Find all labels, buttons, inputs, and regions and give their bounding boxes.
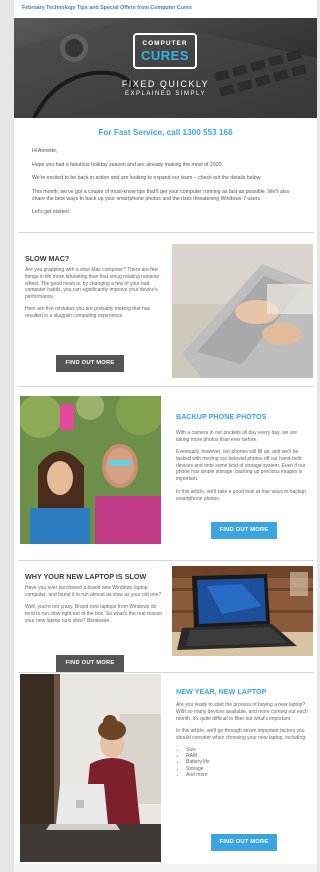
intro-paragraph: We're excited to be back in action and a… (32, 175, 262, 181)
intro-paragraph: This month, we've got a couple of must-k… (32, 188, 290, 202)
logo-top-text: COMPUTER (142, 40, 188, 47)
laptop-on-desk-image (172, 566, 313, 656)
article-paragraph: Well, you're not crazy. Brand new laptop… (25, 604, 163, 624)
article-paragraph: In this article, we'll go through seven … (176, 727, 307, 741)
phone-call-link[interactable]: For Fast Service, call 1300 553 166 (14, 128, 317, 137)
article-paragraph: Are you grappling with a slow Mac comput… (25, 267, 159, 301)
intro-section: Hi Annette, Hope you had a fabulous holi… (32, 148, 302, 223)
article-paragraph: Here are five mistakes you are probably … (25, 306, 151, 320)
article-new-laptop-slow: WHY YOUR NEW LAPTOP IS SLOW Have you eve… (14, 562, 317, 672)
find-out-more-button[interactable]: FIND OUT MORE (56, 655, 124, 672)
article-title: BACKUP PHONE PHOTOS (176, 412, 267, 421)
hero-tagline-2: EXPLAINED SIMPLY (125, 91, 206, 97)
article-body: Are you ready to start the process of bu… (176, 702, 311, 778)
section-divider (18, 232, 314, 233)
article-title: SLOW MAC? (25, 254, 70, 263)
article-paragraph: With a camera in our pockets all day eve… (176, 430, 298, 443)
intro-paragraph: Let's get started. (32, 209, 71, 215)
woman-with-laptop-image (20, 674, 161, 862)
section-divider (18, 386, 314, 387)
intro-paragraph: Hope you had a fabulous holiday season a… (32, 161, 223, 168)
hero-banner: COMPUTER CURES FIXED QUICKLY EXPLAINED S… (14, 18, 317, 118)
article-paragraph: In this article, we'll take a good look … (176, 489, 306, 502)
article-body: Are you grappling with a slow Mac comput… (25, 267, 163, 326)
article-paragraph: Eventually, however, our phones will fil… (176, 449, 306, 483)
intro-greeting: Hi Annette, (32, 148, 58, 154)
email-bottom-edge (14, 864, 317, 872)
find-out-more-button[interactable]: FIND OUT MORE (211, 522, 277, 539)
preheader-text[interactable]: February Technology Tips and Special Off… (22, 5, 192, 11)
article-title: NEW YEAR, NEW LAPTOP (176, 687, 267, 696)
article-backup-phone-photos: BACKUP PHONE PHOTOS With a camera in our… (14, 392, 317, 558)
logo-main-text: CURES (140, 48, 189, 63)
article-paragraph: Have you ever purchased a brand new Wind… (25, 585, 162, 598)
hero-tagline-1: FIXED QUICKLY (121, 79, 210, 89)
preheader-bar: February Technology Tips and Special Off… (14, 0, 317, 18)
article-paragraph: Are you ready to start the process of bu… (176, 702, 308, 722)
feature-list: Size RAM Battery life Storage And more (186, 747, 311, 778)
article-title: WHY YOUR NEW LAPTOP IS SLOW (25, 572, 147, 581)
list-item: And more (186, 772, 311, 778)
article-body: Have you ever purchased a brand new Wind… (25, 585, 163, 630)
article-body: With a camera in our pockets all day eve… (176, 430, 311, 508)
friends-selfie-image (20, 396, 161, 544)
find-out-more-button[interactable]: FIND OUT MORE (211, 834, 277, 851)
email-frame: February Technology Tips and Special Off… (14, 0, 317, 872)
article-slow-mac: SLOW MAC? Are you grappling with a slow … (14, 240, 317, 382)
article-new-year-new-laptop: NEW YEAR, NEW LAPTOP Are you ready to st… (14, 672, 317, 864)
hands-typing-laptop-image (172, 244, 313, 378)
section-divider (18, 560, 314, 561)
computer-cures-logo[interactable]: COMPUTER CURES (133, 33, 197, 69)
find-out-more-button[interactable]: FIND OUT MORE (56, 355, 124, 372)
